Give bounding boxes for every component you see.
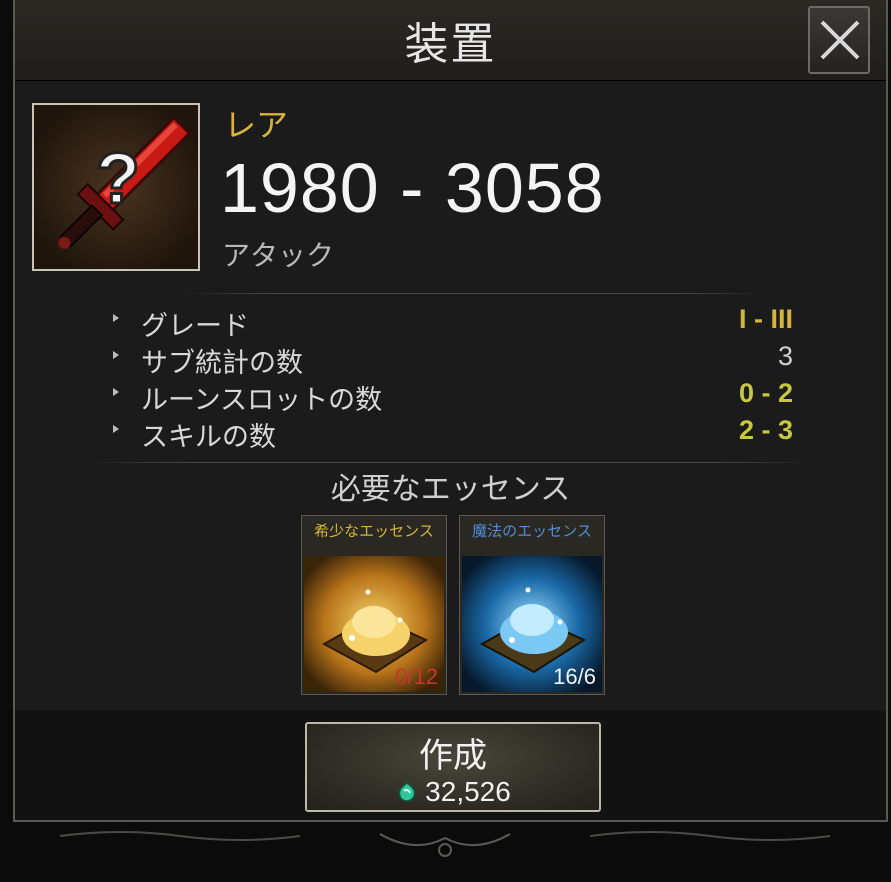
close-button[interactable] bbox=[808, 6, 870, 74]
property-name: サブ統計の数 bbox=[141, 348, 303, 379]
essence-name: 希少なエッセンス bbox=[314, 522, 434, 540]
create-button-label: 作成 bbox=[419, 736, 487, 776]
attack-range: 1980 - 3058 bbox=[220, 149, 605, 227]
property-value: 2 - 3 bbox=[738, 415, 793, 445]
cost-amount: 32,526 bbox=[425, 776, 511, 807]
property-name: スキルの数 bbox=[141, 422, 276, 453]
gem-currency-icon bbox=[398, 782, 416, 802]
property-name: ルーンスロットの数 bbox=[141, 385, 383, 416]
bullet-icon bbox=[113, 351, 119, 359]
item-icon-frame[interactable]: ? bbox=[32, 103, 200, 271]
property-value: 0 - 2 bbox=[738, 378, 793, 408]
crafting-dialog: 装置 ? レア 1980 - 3058 アタック グレード I - III サブ… bbox=[13, 0, 888, 822]
property-value: 3 bbox=[777, 341, 793, 371]
bullet-icon bbox=[113, 388, 119, 396]
item-properties-list: グレード I - III サブ統計の数 3 ルーンスロットの数 0 - 2 スキ… bbox=[113, 304, 793, 453]
dialog-title: 装置 bbox=[404, 19, 497, 70]
item-rarity: レア bbox=[224, 106, 289, 144]
property-row-grade: グレード I - III bbox=[113, 304, 793, 342]
divider bbox=[185, 293, 765, 294]
close-icon bbox=[820, 20, 860, 60]
property-name: グレード bbox=[141, 311, 249, 342]
title-bar: 装置 bbox=[15, 0, 886, 81]
property-row-rune-slots: ルーンスロットの数 0 - 2 bbox=[113, 378, 793, 416]
red-greatsword-unknown-icon: ? bbox=[58, 115, 192, 249]
required-essence-heading: 必要なエッセンス bbox=[330, 472, 571, 507]
bullet-icon bbox=[113, 314, 119, 322]
essence-count: 0/12 bbox=[395, 664, 438, 689]
essence-name: 魔法のエッセンス bbox=[472, 522, 592, 540]
divider bbox=[85, 462, 815, 463]
decorative-ornament bbox=[59, 831, 831, 857]
create-cost: 32,526 bbox=[307, 776, 599, 808]
essence-card-rare[interactable]: 希少なエッセンス 0/12 bbox=[301, 515, 447, 695]
stat-type-label: アタック bbox=[222, 239, 335, 272]
svg-text:?: ? bbox=[96, 139, 140, 219]
essence-card-magic[interactable]: 魔法のエッセンス 16/6 bbox=[459, 515, 605, 695]
bullet-icon bbox=[113, 425, 119, 433]
create-button[interactable]: 作成 32,526 bbox=[305, 722, 601, 812]
property-row-skills: スキルの数 2 - 3 bbox=[113, 415, 793, 453]
property-row-substats: サブ統計の数 3 bbox=[113, 341, 793, 379]
essence-count: 16/6 bbox=[553, 664, 596, 689]
property-value: I - III bbox=[739, 304, 793, 334]
